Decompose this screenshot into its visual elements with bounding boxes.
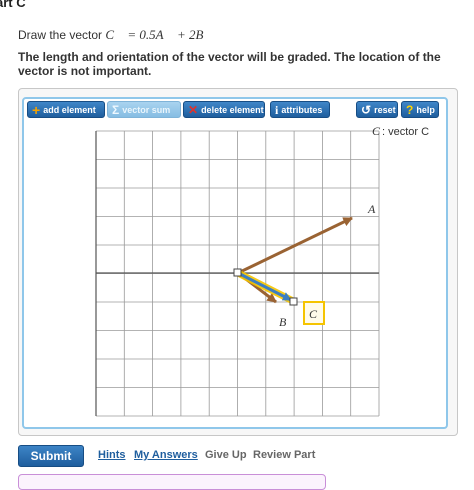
vector-sum-label: vector sum	[122, 104, 171, 115]
info-icon: i	[275, 102, 279, 117]
vector-c-label: C⃗	[309, 307, 326, 321]
delete-element-label: delete element	[201, 104, 264, 115]
vector-b-label: B⃗	[279, 315, 296, 329]
feedback-box	[18, 474, 326, 490]
vector-a-arrow[interactable]	[237, 216, 353, 275]
attributes-label: attributes	[281, 104, 323, 115]
question-icon: ?	[406, 102, 414, 117]
vector-c-arrow[interactable]	[237, 271, 292, 302]
part-title: art C	[0, 0, 26, 10]
prompt-text: Draw the vector	[18, 28, 106, 42]
my-answers-link[interactable]: My Answers	[134, 449, 198, 461]
vector-sum-button[interactable]: Σ vector sum	[107, 101, 181, 118]
vector-equation: C⃗ = 0.5A⃗ + 2B⃗	[105, 27, 214, 42]
cross-icon: ✕	[188, 102, 199, 117]
reset-arrow-icon: ↺	[361, 102, 372, 117]
submit-button[interactable]: Submit	[18, 445, 84, 467]
reset-label: reset	[374, 104, 396, 115]
review-part-link[interactable]: Review Part	[253, 449, 315, 461]
vector-c-tail-handle[interactable]	[233, 268, 242, 277]
legend-vector-label: : vector C	[382, 126, 429, 138]
grading-instruction: The length and orientation of the vector…	[18, 50, 441, 78]
help-button[interactable]: ? help	[401, 101, 439, 118]
vector-a-label: A⃗	[367, 202, 385, 216]
vector-graph-canvas[interactable]: C⃗ : vector C A⃗ B⃗ C⃗	[22, 120, 444, 422]
plus-icon: +	[32, 101, 41, 118]
reset-button[interactable]: ↺ reset	[356, 101, 398, 118]
add-element-button[interactable]: + add element	[27, 101, 105, 118]
add-element-label: add element	[43, 104, 96, 115]
hints-link[interactable]: Hints	[98, 449, 126, 461]
give-up-link[interactable]: Give Up	[205, 449, 247, 461]
attributes-button[interactable]: i attributes	[270, 101, 330, 118]
question-prompt: Draw the vector C⃗ = 0.5A⃗ + 2B⃗	[18, 27, 214, 43]
delete-element-button[interactable]: ✕ delete element	[183, 101, 265, 118]
sigma-icon: Σ	[112, 102, 120, 117]
vector-c-head-handle[interactable]	[289, 297, 298, 306]
help-label: help	[416, 104, 435, 115]
